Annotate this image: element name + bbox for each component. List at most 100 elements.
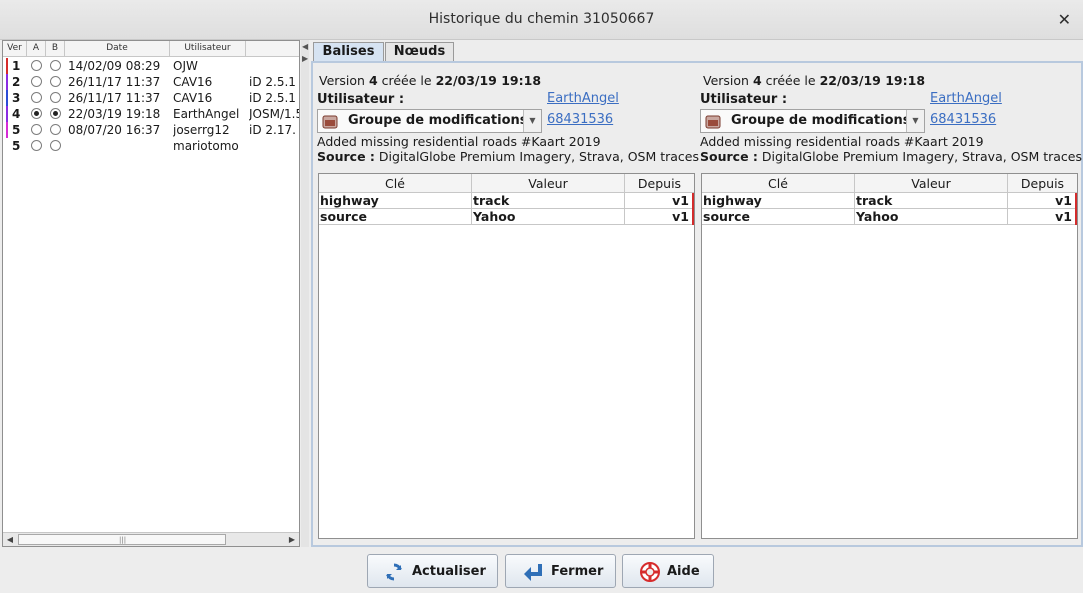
radio-b[interactable] — [50, 92, 61, 103]
tag-since: v1 — [1008, 193, 1077, 209]
version-list-panel: Ver A B Date Utilisateur 1 14/02/09 08:29… — [2, 40, 300, 547]
version-color-marker — [6, 122, 8, 138]
col-since[interactable]: Depuis — [1008, 174, 1077, 193]
version-editor: JOSM/1.5 — [249, 107, 299, 121]
version-row[interactable]: 5 08/07/20 16:37 joserrg12 iD 2.17. — [3, 122, 299, 138]
col-editor[interactable] — [246, 41, 299, 56]
lifebuoy-icon — [640, 562, 660, 582]
radio-b[interactable] — [50, 124, 61, 135]
version-user: OJW — [173, 59, 198, 73]
tag-value: track — [472, 193, 625, 209]
horizontal-scrollbar[interactable]: ◀ ||| ▶ — [3, 532, 299, 546]
version-row[interactable]: 5 mariotomo — [3, 138, 299, 154]
change-marker — [1075, 193, 1077, 209]
changeset-link-left[interactable]: 68431536 — [547, 112, 613, 127]
version-header-left: Version 4 créée le 22/03/19 19:18 — [319, 73, 542, 88]
version-date: 26/11/17 11:37 — [68, 75, 161, 89]
version-number: 1 — [12, 59, 21, 73]
tab-noeuds[interactable]: Nœuds — [385, 42, 454, 62]
user-label-right: Utilisateur : — [700, 92, 788, 107]
split-divider[interactable]: ◀ ▶ — [301, 40, 309, 547]
changeset-icon — [705, 115, 721, 129]
version-color-marker — [6, 58, 8, 74]
col-value[interactable]: Valeur — [472, 174, 625, 193]
tag-since: v1 — [625, 193, 694, 209]
version-color-marker — [6, 74, 8, 90]
user-label-left: Utilisateur : — [317, 92, 405, 107]
changeset-dropdown-left[interactable]: Groupe de modifications ▼ — [317, 109, 542, 133]
collapse-right-icon[interactable]: ▶ — [302, 54, 308, 63]
changeset-icon — [322, 115, 338, 129]
version-user: CAV16 — [173, 91, 213, 105]
radio-b[interactable] — [50, 60, 61, 71]
version-user: joserrg12 — [173, 123, 230, 137]
radio-a[interactable] — [31, 76, 42, 87]
grip-icon: ||| — [119, 536, 127, 544]
version-list-header: Ver A B Date Utilisateur — [3, 41, 299, 57]
version-row[interactable]: 2 26/11/17 11:37 CAV16 iD 2.5.1 — [3, 74, 299, 90]
col-since[interactable]: Depuis — [625, 174, 694, 193]
back-arrow-icon — [524, 564, 542, 581]
col-user[interactable]: Utilisateur — [170, 41, 246, 56]
close-button[interactable]: Fermer — [505, 554, 616, 588]
radio-b[interactable] — [50, 108, 61, 119]
radio-b[interactable] — [50, 76, 61, 87]
changeset-link-right[interactable]: 68431536 — [930, 112, 996, 127]
version-number: 2 — [12, 75, 21, 89]
refresh-button[interactable]: Actualiser — [367, 554, 498, 588]
radio-a[interactable] — [31, 108, 42, 119]
col-key[interactable]: Clé — [702, 174, 855, 193]
col-key[interactable]: Clé — [319, 174, 472, 193]
version-editor: iD 2.5.1 — [249, 75, 296, 89]
close-icon[interactable]: ✕ — [1058, 10, 1071, 29]
tag-since: v1 — [625, 209, 694, 225]
scroll-left-icon[interactable]: ◀ — [3, 533, 17, 546]
version-editor: iD 2.5.1 — [249, 91, 296, 105]
radio-a[interactable] — [31, 140, 42, 151]
tag-value: track — [855, 193, 1008, 209]
scroll-thumb[interactable]: ||| — [18, 534, 226, 545]
version-row[interactable]: 1 14/02/09 08:29 OJW — [3, 58, 299, 74]
radio-a[interactable] — [31, 124, 42, 135]
scroll-right-icon[interactable]: ▶ — [285, 533, 299, 546]
collapse-left-icon[interactable]: ◀ — [302, 42, 308, 51]
help-label: Aide — [667, 564, 700, 579]
window-title: Historique du chemin 31050667 — [428, 11, 655, 27]
user-link-right[interactable]: EarthAngel — [930, 91, 1002, 106]
tag-key: source — [702, 209, 855, 225]
version-number: 3 — [12, 91, 21, 105]
col-ver[interactable]: Ver — [3, 41, 27, 56]
col-b[interactable]: B — [46, 41, 65, 56]
col-date[interactable]: Date — [65, 41, 170, 56]
version-user: EarthAngel — [173, 107, 240, 121]
tag-table-left: Clé Valeur Depuis highway track v1 sourc… — [318, 173, 695, 539]
col-a[interactable]: A — [27, 41, 46, 56]
version-date: 14/02/09 08:29 — [68, 59, 161, 73]
version-number: 5 — [12, 123, 21, 137]
change-marker — [692, 209, 694, 225]
tag-since: v1 — [1008, 209, 1077, 225]
tag-key: highway — [319, 193, 472, 209]
help-button[interactable]: Aide — [622, 554, 714, 588]
radio-a[interactable] — [31, 92, 42, 103]
tab-balises[interactable]: Balises — [313, 42, 384, 62]
version-row[interactable]: 3 26/11/17 11:37 CAV16 iD 2.5.1 — [3, 90, 299, 106]
user-link-left[interactable]: EarthAngel — [547, 91, 619, 106]
version-user: CAV16 — [173, 75, 213, 89]
version-color-marker — [6, 106, 8, 122]
version-date: 22/03/19 19:18 — [68, 107, 161, 121]
version-row[interactable]: 4 22/03/19 19:18 EarthAngel JOSM/1.5 — [3, 106, 299, 122]
col-value[interactable]: Valeur — [855, 174, 1008, 193]
changeset-dropdown-right[interactable]: Groupe de modifications ▼ — [700, 109, 925, 133]
chevron-down-icon[interactable]: ▼ — [523, 110, 541, 132]
version-number: 5 — [12, 139, 21, 153]
version-color-marker — [6, 90, 8, 106]
comment-right: Added missing residential roads #Kaart 2… — [700, 134, 984, 149]
version-date: 26/11/17 11:37 — [68, 91, 161, 105]
chevron-down-icon[interactable]: ▼ — [906, 110, 924, 132]
version-editor: iD 2.17. — [249, 123, 296, 137]
version-number: 4 — [12, 107, 21, 121]
radio-b[interactable] — [50, 140, 61, 151]
refresh-icon — [386, 563, 402, 581]
radio-a[interactable] — [31, 60, 42, 71]
